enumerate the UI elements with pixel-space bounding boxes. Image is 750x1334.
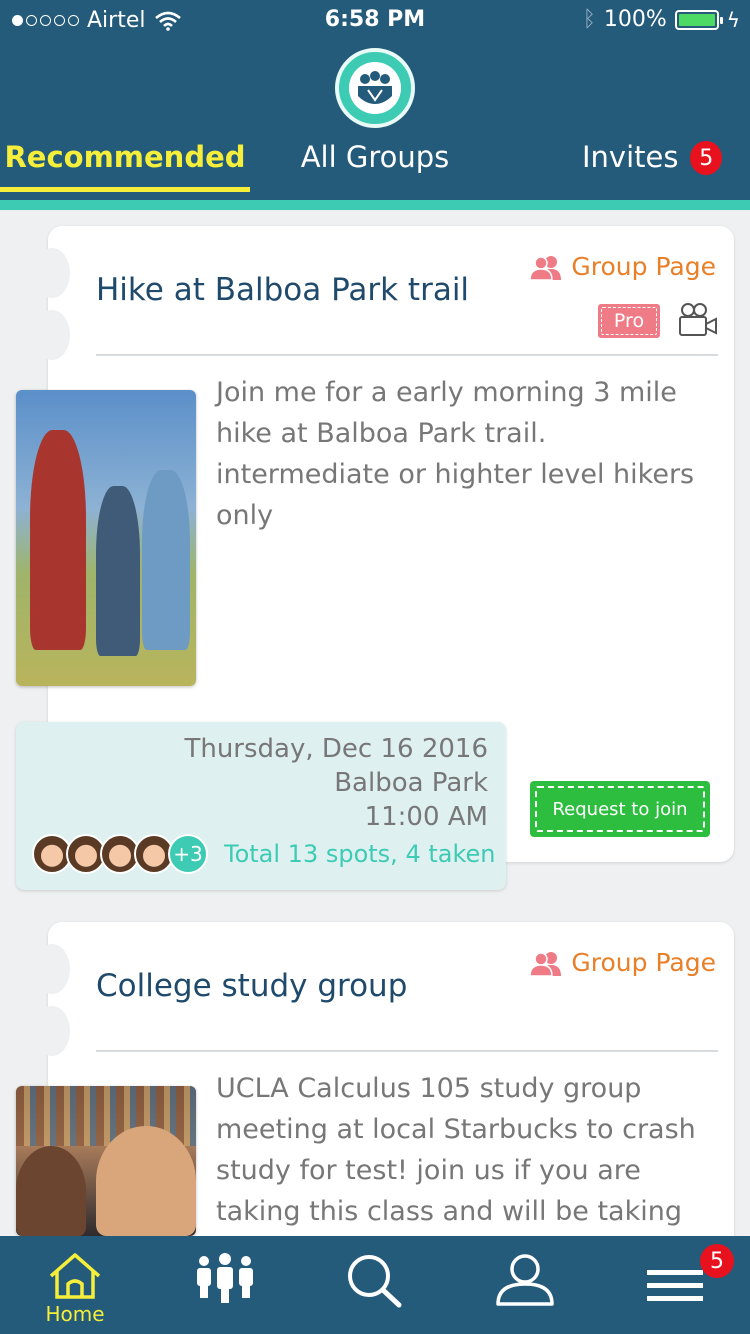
join-button-label: Request to join	[552, 798, 688, 820]
tab-label: Invites	[582, 140, 679, 174]
home-icon	[49, 1253, 101, 1299]
card-notch	[34, 1006, 70, 1056]
battery-percent: 100%	[603, 7, 667, 32]
group-people-icon	[349, 62, 401, 114]
status-bar: Airtel 6:58 PM ᛒ 100% ϟ	[0, 0, 750, 40]
card-notch	[34, 310, 70, 360]
invites-badge: 5	[690, 141, 722, 175]
tab-all-groups[interactable]: All Groups	[300, 140, 450, 192]
groups-icon	[197, 1253, 253, 1303]
nav-home[interactable]: Home	[0, 1236, 150, 1334]
hiking-photo	[16, 390, 196, 686]
group-page-label: Group Page	[571, 252, 716, 281]
tab-invites[interactable]: Invites 5	[582, 140, 722, 192]
group-page-label: Group Page	[571, 948, 716, 977]
card-description: UCLA Calculus 105 study group meeting at…	[216, 1073, 696, 1227]
study-group-photo	[16, 1086, 196, 1236]
card-divider	[96, 1050, 718, 1052]
event-info-box: Thursday, Dec 16 2016 Balboa Park 11:00 …	[16, 722, 506, 890]
pro-label: Pro	[613, 310, 645, 332]
card-title: Hike at Balboa Park trail	[96, 272, 470, 308]
bottom-nav: Home	[0, 1236, 750, 1334]
card-notch	[34, 248, 70, 298]
request-to-join-button[interactable]: Request to join	[530, 781, 710, 837]
app-header: Airtel 6:58 PM ᛒ 100% ϟ Recommended All …	[0, 0, 750, 200]
card-divider	[96, 354, 718, 356]
battery-icon	[674, 9, 723, 30]
video-camera-icon	[679, 303, 717, 336]
bluetooth-icon: ᛒ	[582, 7, 596, 32]
nav-search[interactable]	[300, 1236, 450, 1334]
profile-icon	[496, 1254, 554, 1306]
event-time: 11:00 AM	[364, 802, 488, 832]
nav-home-label: Home	[45, 1302, 105, 1326]
spots-count: Total 13 spots, 4 taken	[224, 840, 496, 868]
search-icon	[348, 1255, 402, 1308]
tab-label: All Groups	[300, 140, 450, 174]
header-accent-line	[0, 200, 750, 210]
group-page-link[interactable]: Group Page	[529, 252, 716, 281]
nav-groups[interactable]	[150, 1236, 300, 1334]
group-people-icon	[529, 255, 562, 280]
tab-bar: Recommended All Groups Invites 5	[0, 140, 750, 192]
member-avatars[interactable]: +3	[32, 834, 208, 874]
group-page-link[interactable]: Group Page	[529, 948, 716, 977]
card-notch	[34, 944, 70, 994]
tab-label: Recommended	[4, 140, 246, 174]
event-date: Thursday, Dec 16 2016	[184, 734, 488, 764]
card-description: Join me for a early morning 3 mile hike …	[216, 377, 695, 531]
nav-profile[interactable]	[450, 1236, 600, 1334]
charging-icon: ϟ	[726, 7, 740, 32]
card-title: College study group	[96, 968, 408, 1004]
more-members-badge: +3	[168, 834, 208, 874]
group-people-icon	[529, 951, 562, 976]
app-logo	[335, 48, 415, 128]
hamburger-menu-icon	[647, 1270, 703, 1301]
menu-badge: 5	[700, 1244, 734, 1278]
tab-recommended[interactable]: Recommended	[0, 140, 250, 192]
pro-badge: Pro	[598, 304, 660, 338]
event-location: Balboa Park	[334, 768, 488, 798]
